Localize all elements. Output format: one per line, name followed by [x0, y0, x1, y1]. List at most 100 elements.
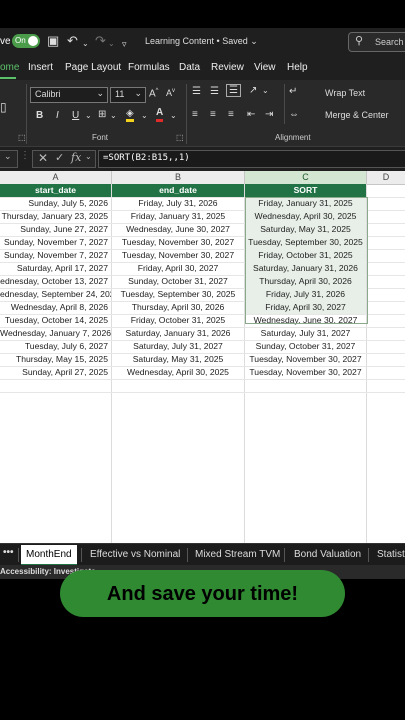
decrease-indent-icon[interactable]: ⇤	[247, 109, 255, 120]
table-cell-a[interactable]: Thursday, May 15, 2025	[0, 353, 111, 366]
table-cell-a[interactable]: ednesday, September 24, 2025	[0, 288, 111, 301]
align-center-icon[interactable]: ≡	[210, 109, 216, 120]
more-sheets-button[interactable]: •••	[3, 547, 14, 558]
redo-icon[interactable]: ↷	[95, 34, 106, 48]
document-title[interactable]: Learning Content • Saved ⌄	[145, 36, 258, 47]
column-header-b[interactable]: B	[112, 171, 245, 185]
table-cell-c[interactable]: Saturday, July 31, 2027	[245, 327, 366, 340]
bold-icon[interactable]: B	[36, 110, 43, 121]
customize-toolbar-icon[interactable]: ▿	[122, 37, 127, 51]
orientation-dropdown-icon[interactable]: ⌄	[262, 86, 269, 95]
table-cell-b[interactable]: Saturday, May 31, 2025	[112, 353, 244, 366]
column-header-d[interactable]: D	[367, 171, 405, 185]
increase-font-icon[interactable]: A^	[149, 88, 159, 99]
table-cell-b[interactable]: Wednesday, April 30, 2025	[112, 366, 244, 379]
table-cell-b[interactable]: Thursday, April 30, 2026	[112, 301, 244, 314]
merge-center-button[interactable]: Merge & Center	[325, 110, 389, 120]
table-cell-b[interactable]: Tuesday, November 30, 2027	[112, 236, 244, 249]
increase-indent-icon[interactable]: ⇥	[265, 109, 273, 120]
table-cell-a[interactable]: ednesday, October 13, 2027	[0, 275, 111, 288]
sheet-tab-bond-valuation[interactable]: Bond Valuation	[294, 549, 361, 560]
fill-color-icon[interactable]: ◈	[126, 108, 134, 122]
table-cell-b[interactable]: Tuesday, November 30, 2027	[112, 249, 244, 262]
table-cell-b[interactable]: Wednesday, June 30, 2027	[112, 223, 244, 236]
paste-icon[interactable]: ▯	[0, 100, 7, 114]
underline-icon[interactable]: U	[72, 110, 79, 121]
enter-icon[interactable]: ✓	[55, 151, 64, 164]
table-cell-c[interactable]: Tuesday, November 30, 2027	[245, 366, 366, 379]
header-cell-c[interactable]: SORT	[245, 184, 366, 197]
align-left-icon[interactable]: ≡	[192, 109, 198, 120]
wrap-text-button[interactable]: Wrap Text	[325, 88, 365, 98]
tab-insert[interactable]: Insert	[28, 62, 53, 73]
font-size-select[interactable]: 11 ⌄	[110, 87, 146, 103]
header-cell-a[interactable]: start_date	[0, 184, 111, 197]
table-cell-c[interactable]: Tuesday, November 30, 2027	[245, 353, 366, 366]
orientation-icon[interactable]: ↗	[249, 85, 257, 96]
merge-center-icon[interactable]: ⇔	[289, 109, 299, 120]
insert-function-button[interactable]: fx	[71, 151, 81, 164]
table-cell-a[interactable]: Sunday, June 27, 2027	[0, 223, 111, 236]
redo-dropdown-icon[interactable]: ⌄	[108, 37, 115, 51]
formula-input[interactable]: =SORT(B2:B15,,1)	[98, 150, 405, 168]
table-cell-c[interactable]: Sunday, October 31, 2027	[245, 340, 366, 353]
chevron-down-icon: ⌄	[4, 151, 12, 161]
tab-home[interactable]: ome	[0, 62, 19, 73]
align-top-icon[interactable]: ☰	[192, 86, 201, 97]
search-box[interactable]: ⚲ Search	[348, 32, 405, 52]
tab-data[interactable]: Data	[179, 62, 200, 73]
sheet-tab-monthend[interactable]: MonthEnd	[21, 545, 77, 566]
table-cell-a[interactable]: Saturday, April 17, 2027	[0, 262, 111, 275]
autosave-toggle[interactable]: On	[12, 34, 40, 48]
sheet-tab-mixed-stream-tvm[interactable]: Mixed Stream TVM	[195, 549, 280, 560]
save-icon[interactable]: ▣	[47, 34, 59, 48]
font-launcher-icon[interactable]: ⬚	[176, 133, 184, 142]
align-right-icon[interactable]: ≡	[228, 109, 234, 120]
undo-dropdown-icon[interactable]: ⌄	[82, 37, 89, 51]
tab-formulas[interactable]: Formulas	[128, 62, 170, 73]
name-box[interactable]: ⌄	[0, 150, 18, 168]
sheet-tab-effective-vs-nominal[interactable]: Effective vs Nominal	[90, 549, 180, 560]
table-cell-a[interactable]: Sunday, November 7, 2027	[0, 236, 111, 249]
column-header-a[interactable]: A	[0, 171, 112, 185]
table-cell-b[interactable]: Friday, October 31, 2025	[112, 314, 244, 327]
table-cell-b[interactable]: Sunday, October 31, 2027	[112, 275, 244, 288]
align-middle-icon[interactable]: ☰	[210, 86, 219, 97]
table-cell-b[interactable]: Friday, January 31, 2025	[112, 210, 244, 223]
ribbon-tabs: ome Insert Page Layout Formulas Data Rev…	[0, 56, 405, 80]
font-name-select[interactable]: Calibri ⌄	[30, 87, 108, 103]
header-cell-b[interactable]: end_date	[112, 184, 244, 197]
wrap-text-icon[interactable]: ↵	[289, 86, 297, 97]
table-cell-a[interactable]: Tuesday, October 14, 2025	[0, 314, 111, 327]
table-cell-a[interactable]: Sunday, April 27, 2025	[0, 366, 111, 379]
font-color-dropdown-icon[interactable]: ⌄	[170, 111, 177, 120]
table-cell-a[interactable]: Sunday, July 5, 2026	[0, 197, 111, 210]
undo-icon[interactable]: ↶	[67, 34, 78, 48]
table-cell-b[interactable]: Tuesday, September 30, 2025	[112, 288, 244, 301]
italic-icon[interactable]: I	[56, 110, 59, 121]
table-cell-b[interactable]: Saturday, July 31, 2027	[112, 340, 244, 353]
borders-icon[interactable]: ⊞	[98, 109, 106, 120]
tab-page-layout[interactable]: Page Layout	[65, 62, 121, 73]
decrease-font-icon[interactable]: Av	[166, 88, 175, 98]
table-cell-b[interactable]: Saturday, January 31, 2026	[112, 327, 244, 340]
table-cell-b[interactable]: Friday, July 31, 2026	[112, 197, 244, 210]
borders-dropdown-icon[interactable]: ⌄	[110, 111, 117, 120]
tab-view[interactable]: View	[254, 62, 276, 73]
align-bottom-icon[interactable]: ☰	[226, 84, 241, 97]
underline-dropdown-icon[interactable]: ⌄	[85, 111, 92, 120]
table-cell-a[interactable]: Sunday, November 7, 2027	[0, 249, 111, 262]
tab-help[interactable]: Help	[287, 62, 308, 73]
clipboard-launcher-icon[interactable]: ⬚	[18, 133, 26, 142]
table-cell-a[interactable]: Tuesday, July 6, 2027	[0, 340, 111, 353]
font-color-icon[interactable]: A	[156, 107, 164, 122]
table-cell-a[interactable]: Wednesday, April 8, 2026	[0, 301, 111, 314]
spreadsheet-grid[interactable]: A B C D start_date end_date SORT Sunday, Ju…	[0, 171, 405, 543]
fill-color-dropdown-icon[interactable]: ⌄	[141, 111, 148, 120]
sheet-tab-statistics[interactable]: Statisti	[377, 549, 405, 560]
tab-review[interactable]: Review	[211, 62, 244, 73]
table-cell-a[interactable]: Wednesday, January 7, 2026	[0, 327, 111, 340]
table-cell-a[interactable]: Thursday, January 23, 2025	[0, 210, 111, 223]
table-cell-b[interactable]: Friday, April 30, 2027	[112, 262, 244, 275]
cancel-icon[interactable]: ✕	[38, 151, 48, 165]
